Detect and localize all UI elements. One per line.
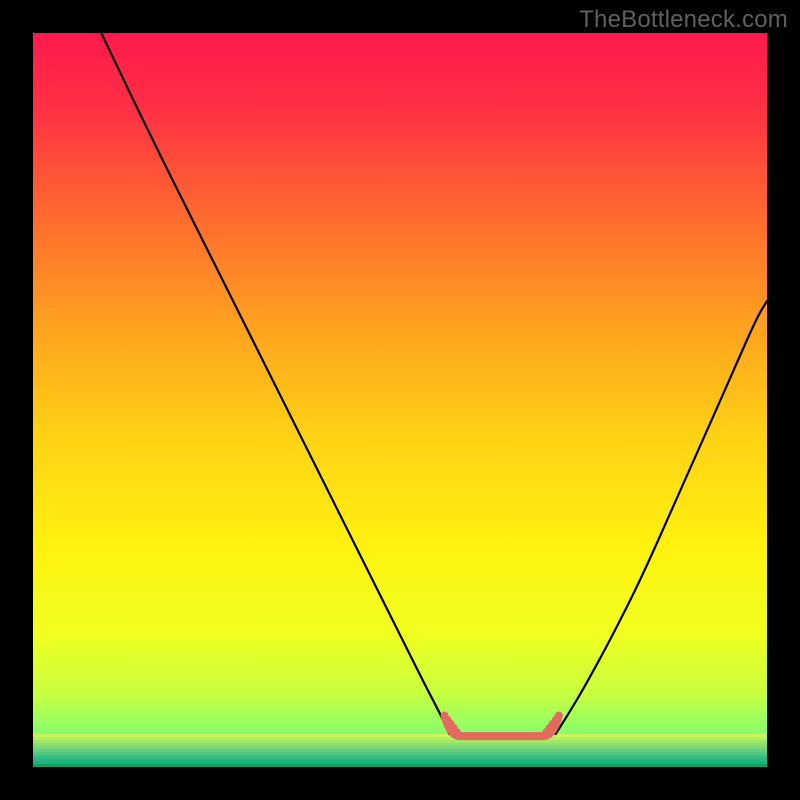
green-stripe: [33, 764, 767, 767]
watermark-text: TheBottleneck.com: [579, 6, 788, 34]
gradient-background: [33, 33, 767, 767]
plot-area: [33, 33, 767, 767]
bead: [456, 732, 464, 740]
chart-frame: TheBottleneck.com: [0, 0, 800, 800]
bead: [539, 732, 547, 740]
bottleneck-curve-chart: [33, 33, 767, 767]
